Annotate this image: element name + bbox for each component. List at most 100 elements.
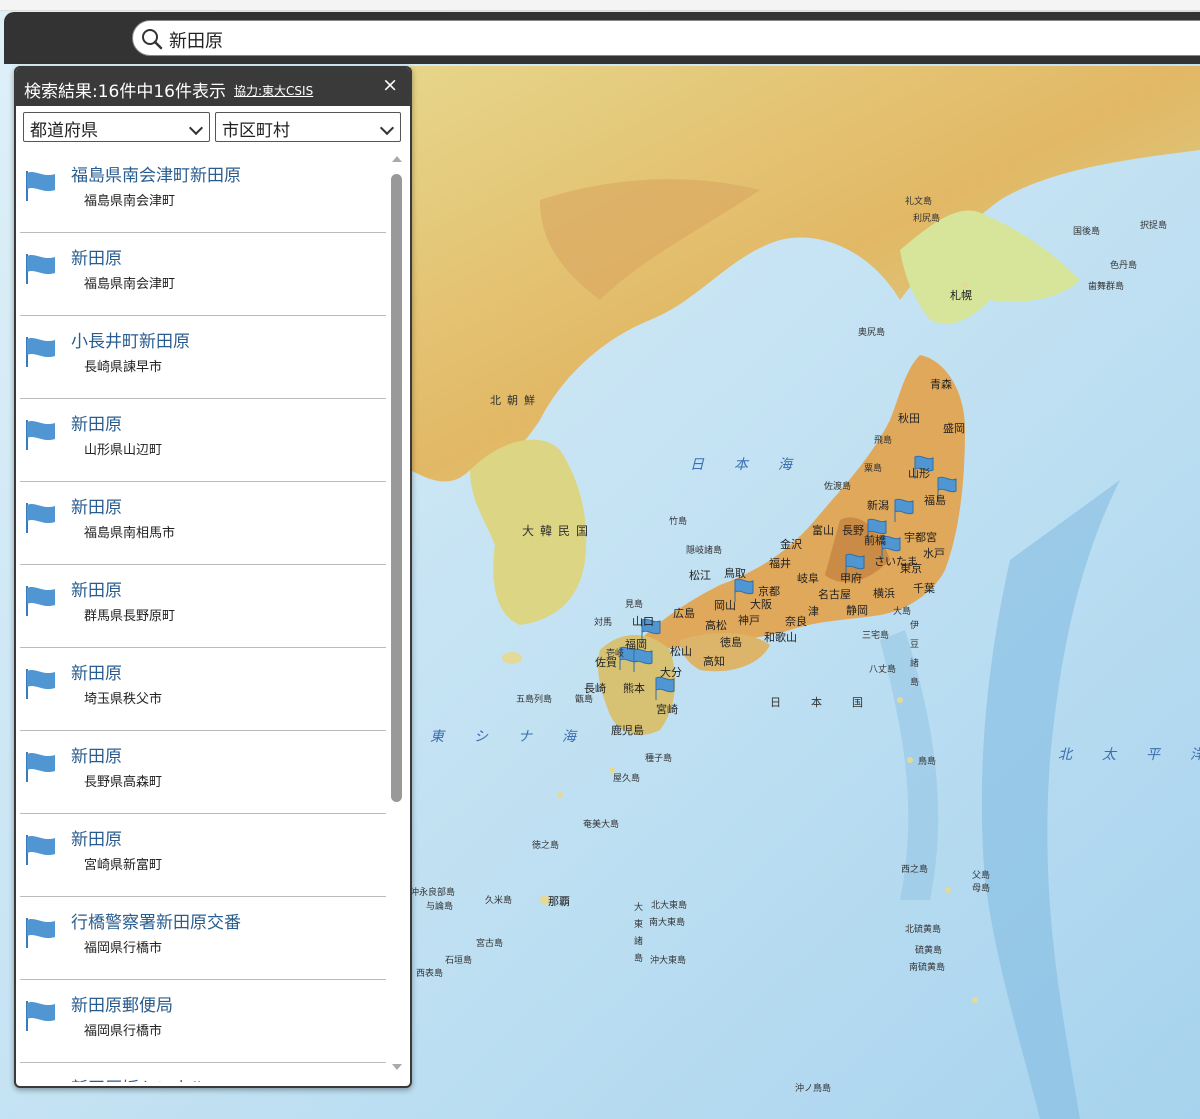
map-city-label: 千葉 [913,582,935,595]
credit-link[interactable]: 協力:東大CSIS [234,82,313,99]
results-count-title: 検索結果:16件中16件表示 [24,82,226,102]
map-island-label: 西之島 [901,865,929,875]
map-city-label: 札幌 [950,289,972,302]
map-city-label: 東京 [900,562,922,575]
result-address: 埼玉県秩父市 [84,692,163,707]
flag-icon [26,586,55,616]
result-address: 山形県山辺町 [84,443,163,458]
panel-header: 検索結果:16件中16件表示 協力:東大CSIS × [16,68,410,106]
map-city-label: 福井 [769,557,791,570]
map-island-label: 沖大東島 [650,956,687,966]
result-name[interactable]: 福島県南会津町新田原 [71,161,241,186]
map-city-label: 岐阜 [797,572,819,585]
result-item[interactable]: 行橋警察署新田原交番 福岡県行橋市 [20,897,386,980]
result-name[interactable]: 小長井町新田原 [71,327,190,352]
result-name[interactable]: 新田原 [71,659,122,684]
result-name[interactable]: 新田原 [71,742,122,767]
map-city-label: 岡山 [714,599,736,612]
flag-icon [26,337,55,367]
result-item[interactable]: 小長井町新田原 長崎県諫早市 [20,316,386,399]
map-island-label: 利尻島 [913,214,941,224]
result-item[interactable]: 新田原 宮崎県新富町 [20,814,386,897]
result-name[interactable]: 新田原坂トンネル [71,1074,207,1082]
map-city-label: 福岡 [625,638,647,651]
map-island-label: 硫黄島 [915,946,943,956]
results-scrollbar[interactable] [388,150,406,1082]
scrollbar-thumb[interactable] [391,174,402,802]
search-query-text[interactable]: 新田原 [169,27,223,53]
scroll-up-icon[interactable] [392,156,402,162]
result-item[interactable]: 新田原 長野県高森町 [20,731,386,814]
result-item[interactable]: 新田原 山形県山辺町 [20,399,386,482]
map-island-label: 大東諸島 [632,902,642,970]
map-city-label: 青森 [930,378,952,391]
result-item[interactable]: 新田原 福島県南会津町 [20,233,386,316]
flag-icon [26,1001,55,1031]
result-name[interactable]: 新田原 [71,410,122,435]
result-name[interactable]: 行橋警察署新田原交番 [71,908,241,933]
map-island-label: 沖永良部島 [410,888,456,898]
map-label-region: 北朝鮮 [490,394,541,407]
map-island-label: 択捉島 [1140,221,1168,231]
map-island-label: 礼文島 [905,197,933,207]
map-city-label: 鳥取 [724,567,746,580]
map-city-label: 和歌山 [764,631,797,644]
map-city-label: 横浜 [873,587,895,600]
map-city-label: 前橋 [864,534,886,547]
map-city-label: 広島 [673,607,695,620]
map-city-label: 新潟 [867,499,889,512]
map-city-label: 福島 [924,494,946,507]
map-island-label: 南硫黄島 [909,963,946,973]
chevron-down-icon [188,120,204,136]
map-island-label: 鳥島 [918,757,937,767]
result-address: 福岡県行橋市 [84,941,163,956]
map-city-label: 那覇 [548,895,570,908]
flag-icon [26,918,55,948]
result-name[interactable]: 新田原 [71,576,122,601]
map-city-label: 宇都宮 [904,531,937,544]
map-island-label: 宮古島 [476,939,504,949]
map-city-label: 高松 [705,619,727,632]
map-island-label: 沖ノ鳥島 [795,1084,832,1094]
map-city-label: 長野 [842,524,864,537]
result-name[interactable]: 新田原郵便局 [71,991,173,1016]
map-city-label: 水戸 [923,547,945,560]
result-address: 福岡県行橋市 [84,1024,163,1039]
results-list: 福島県南会津町新田原 福島県南会津町 新田原 福島県南会津町 小長井町新田原 長… [16,150,386,1082]
map-island-label: 佐渡島 [824,482,852,492]
map-label-region: 大韓民国 [522,524,595,538]
result-item[interactable]: 新田原坂トンネル [20,1063,386,1082]
city-select[interactable]: 市区町村 [215,112,401,142]
result-name[interactable]: 新田原 [71,244,122,269]
scroll-down-icon[interactable] [392,1064,402,1070]
result-name[interactable]: 新田原 [71,493,122,518]
map-island-label: 伊豆諸島 [908,620,918,696]
map-island-label: 甑島 [575,695,594,705]
prefecture-select[interactable]: 都道府県 [23,112,210,142]
result-name[interactable]: 新田原 [71,825,122,850]
result-item[interactable]: 新田原 福島県南相馬市 [20,482,386,565]
flag-icon [26,752,55,782]
search-input[interactable]: 新田原 [132,20,1200,56]
flag-icon [26,835,55,865]
close-icon[interactable]: × [382,74,398,96]
map-city-label: 甲府 [840,572,862,585]
map-island-label: 父島 [972,871,991,881]
result-address: 福島県南相馬市 [84,526,176,541]
map-city-label: 名古屋 [818,588,851,601]
result-item[interactable]: 新田原 埼玉県秩父市 [20,648,386,731]
map-city-label: 徳島 [720,636,742,649]
search-icon[interactable] [141,28,163,50]
map-island-label: 歯舞群島 [1088,282,1125,292]
result-item[interactable]: 新田原郵便局 福岡県行橋市 [20,980,386,1063]
result-address: 長野県高森町 [84,775,163,790]
map-island-label: 対馬 [594,618,613,628]
map-island-label: 母島 [972,884,991,894]
map-island-label: 国後島 [1073,227,1101,237]
map-island-label: 南大東島 [649,918,686,928]
map-city-label: 京都 [758,585,780,598]
result-item[interactable]: 新田原 群馬県長野原町 [20,565,386,648]
map-city-label: 奈良 [785,615,807,628]
result-item[interactable]: 福島県南会津町新田原 福島県南会津町 [20,150,386,233]
map-island-label: 三宅島 [862,631,890,641]
